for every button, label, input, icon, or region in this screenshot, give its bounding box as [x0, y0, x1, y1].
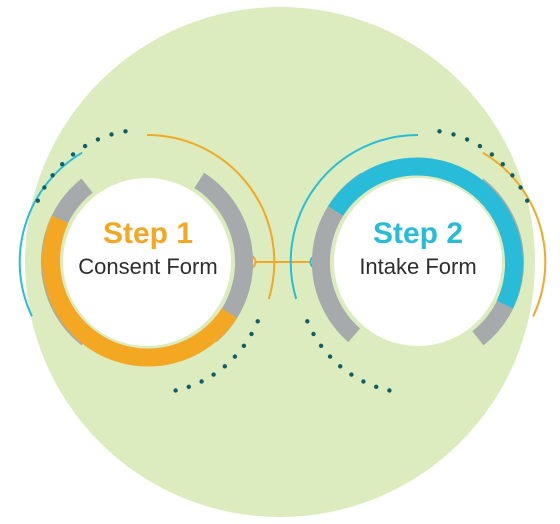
rings-overlay	[0, 0, 560, 524]
step-2-rings	[291, 129, 546, 393]
step-1-rings	[20, 129, 275, 393]
diagram-stage: Step 1 Consent Form Step 2 Intake Form	[0, 0, 560, 524]
connector	[243, 256, 324, 269]
